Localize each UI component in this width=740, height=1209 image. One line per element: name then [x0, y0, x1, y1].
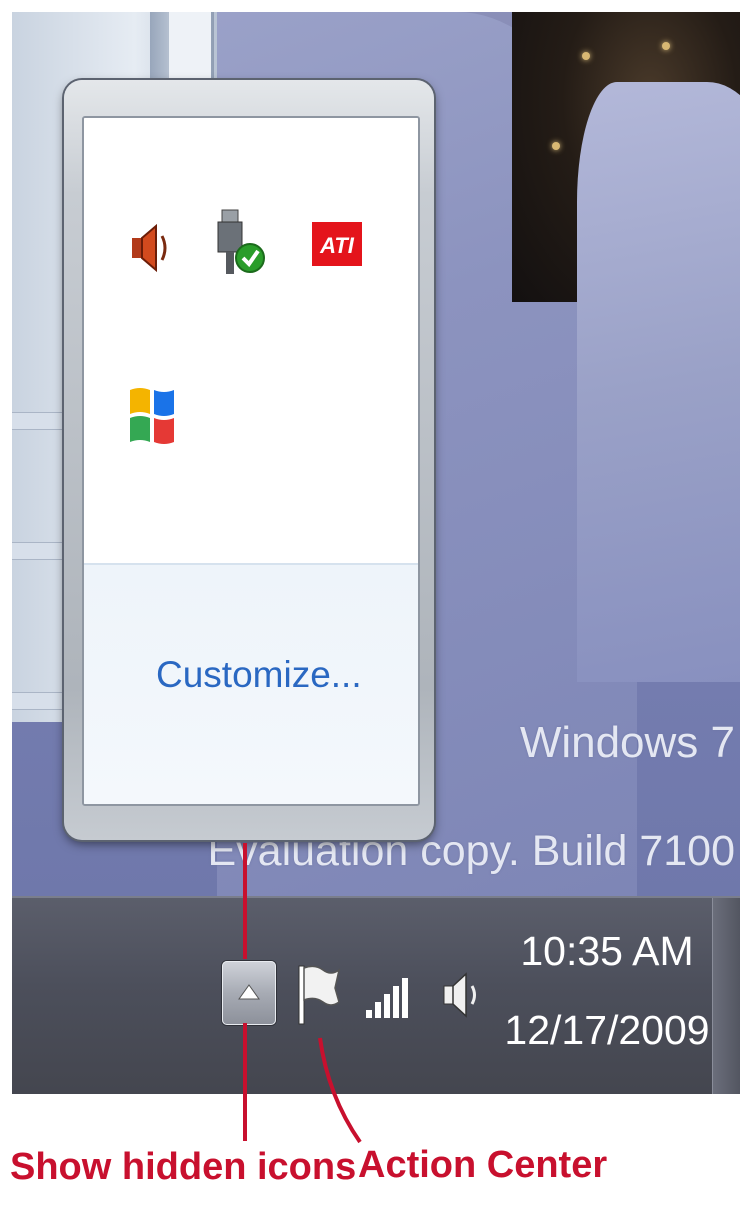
label-show-hidden-icons: Show hidden icons	[10, 1146, 357, 1188]
annotation-line-popup	[243, 843, 247, 959]
label-action-center: Action Center	[358, 1144, 608, 1186]
ati-catalyst-icon[interactable]: ATI	[312, 222, 362, 266]
windows-flag-icon[interactable]	[128, 386, 178, 448]
popup-content: ATI Customize...	[82, 116, 420, 806]
taskbar-clock[interactable]: 10:35 AM 12/17/2009	[502, 928, 712, 1054]
hidden-icons-area: ATI	[84, 118, 418, 563]
ati-logo-text: ATI	[319, 233, 355, 258]
clock-date: 12/17/2009	[504, 1007, 710, 1053]
annotation-line-show-hidden	[243, 1023, 247, 1141]
clock-time: 10:35 AM	[520, 928, 694, 974]
notification-overflow-popup: ATI Customize...	[64, 80, 434, 840]
customize-link[interactable]: Customize...	[156, 654, 362, 696]
show-hidden-icons-button[interactable]	[222, 961, 276, 1025]
action-center-flag-icon[interactable]	[295, 962, 343, 1032]
annotation-line-action-center	[318, 1037, 362, 1144]
up-arrow-icon	[238, 984, 260, 1000]
network-signal-icon[interactable]	[364, 974, 412, 1024]
volume-icon[interactable]	[122, 218, 178, 278]
show-desktop-button[interactable]	[712, 898, 740, 1094]
windows-watermark: Windows 7	[519, 718, 735, 767]
popup-footer: Customize...	[84, 565, 418, 804]
taskbar: 10:35 AM 12/17/2009	[12, 896, 740, 1094]
safely-remove-hardware-icon[interactable]	[214, 208, 270, 280]
speaker-icon[interactable]	[440, 966, 484, 1028]
wallpaper-snow-ridge	[577, 82, 740, 682]
